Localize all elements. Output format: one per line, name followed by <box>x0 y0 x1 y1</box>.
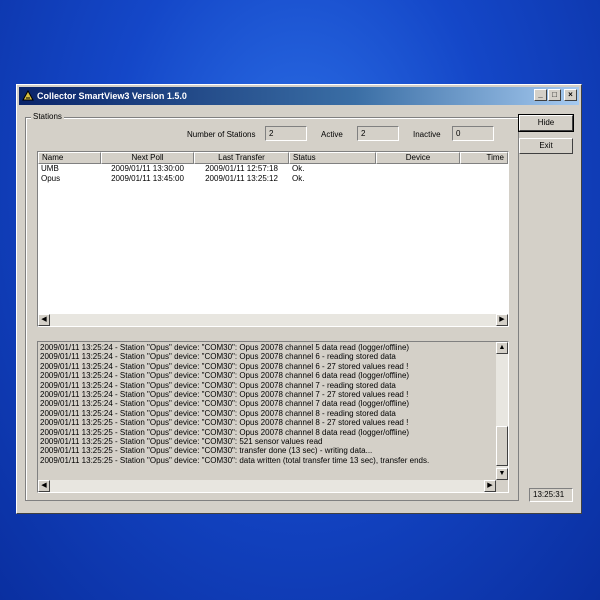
column-header-last-transfer[interactable]: Last Transfer <box>194 152 289 164</box>
window-title: Collector SmartView3 Version 1.5.0 <box>37 91 187 101</box>
log-line: 2009/01/11 13:25:24 - Station "Opus" dev… <box>40 389 409 399</box>
log-line: 2009/01/11 13:25:25 - Station "Opus" dev… <box>40 455 430 465</box>
table-header: Name Next Poll Last Transfer Status Devi… <box>38 152 508 164</box>
active-count-field: 2 <box>357 126 399 141</box>
minimize-icon[interactable]: _ <box>534 89 547 101</box>
log-line: 2009/01/11 13:25:24 - Station "Opus" dev… <box>40 371 410 381</box>
clock-display: 13:25:31 <box>529 488 573 502</box>
log-line: 2009/01/11 13:25:24 - Station "Opus" dev… <box>40 343 410 352</box>
table-row[interactable]: Opus 2009/01/11 13:45:00 2009/01/11 13:2… <box>38 174 508 184</box>
arrow-up-icon[interactable]: ▲ <box>496 342 508 354</box>
cell-name: UMB <box>41 164 59 173</box>
log-line: 2009/01/11 13:25:24 - Station "Opus" dev… <box>40 352 396 362</box>
stations-table[interactable]: Name Next Poll Last Transfer Status Devi… <box>37 151 509 327</box>
table-row[interactable]: UMB 2009/01/11 13:30:00 2009/01/11 12:57… <box>38 164 508 174</box>
column-header-device[interactable]: Device <box>376 152 460 164</box>
window-controls: _ □ × <box>534 89 577 101</box>
app-window: Collector SmartView3 Version 1.5.0 _ □ ×… <box>16 84 582 514</box>
arrow-left-icon[interactable]: ◀ <box>38 314 50 326</box>
log-line: 2009/01/11 13:25:24 - Station "Opus" dev… <box>40 361 409 371</box>
cell-status: Ok. <box>292 174 305 183</box>
column-header-name[interactable]: Name <box>38 152 101 164</box>
column-header-time[interactable]: Time <box>460 152 508 164</box>
log-line: 2009/01/11 13:25:25 - Station "Opus" dev… <box>40 436 323 446</box>
log-scroll-thumb[interactable] <box>496 426 508 466</box>
arrow-down-icon[interactable]: ▼ <box>496 468 508 480</box>
inactive-count-field: 0 <box>452 126 494 141</box>
inactive-label: Inactive <box>413 130 441 139</box>
log-line: 2009/01/11 13:25:24 - Station "Opus" dev… <box>40 399 410 409</box>
log-line: 2009/01/11 13:25:24 - Station "Opus" dev… <box>40 380 396 390</box>
log-line: 2009/01/11 13:25:25 - Station "Opus" dev… <box>40 427 410 437</box>
cell-name: Opus <box>41 174 61 183</box>
column-header-status[interactable]: Status <box>289 152 376 164</box>
log-vertical-scrollbar[interactable]: ▲ ▼ <box>496 342 508 480</box>
log-line: 2009/01/11 13:25:25 - Station "Opus" dev… <box>40 418 409 428</box>
cell-status: Ok. <box>292 164 305 173</box>
hide-button[interactable]: Hide <box>518 114 574 132</box>
station-count-label: Number of Stations <box>187 130 256 139</box>
cell-last-transfer: 2009/01/11 12:57:18 <box>205 164 278 173</box>
cell-last-transfer: 2009/01/11 13:25:12 <box>205 174 278 183</box>
exit-button[interactable]: Exit <box>519 138 573 154</box>
log-line: 2009/01/11 13:25:24 - Station "Opus" dev… <box>40 408 396 418</box>
arrow-right-icon[interactable]: ▶ <box>496 314 508 326</box>
close-icon[interactable]: × <box>564 89 577 101</box>
stations-group-label: Stations <box>31 112 64 121</box>
arrow-right-icon[interactable]: ▶ <box>484 480 496 492</box>
log-horizontal-scrollbar[interactable]: ◀ ▶ <box>38 480 496 492</box>
title-bar[interactable]: Collector SmartView3 Version 1.5.0 _ □ × <box>19 87 579 105</box>
cell-next-poll: 2009/01/11 13:30:00 <box>111 164 184 173</box>
log-line: 2009/01/11 13:25:25 - Station "Opus" dev… <box>40 446 373 456</box>
cell-next-poll: 2009/01/11 13:45:00 <box>111 174 184 183</box>
column-header-next-poll[interactable]: Next Poll <box>101 152 194 164</box>
station-count-field: 2 <box>265 126 307 141</box>
arrow-left-icon[interactable]: ◀ <box>38 480 50 492</box>
log-lines: 2009/01/11 13:25:24 - Station "Opus" dev… <box>38 342 508 465</box>
log-panel[interactable]: 2009/01/11 13:25:24 - Station "Opus" dev… <box>37 341 509 493</box>
table-horizontal-scrollbar[interactable]: ◀ ▶ <box>38 314 508 326</box>
app-icon <box>22 90 34 101</box>
active-label: Active <box>321 130 343 139</box>
maximize-icon[interactable]: □ <box>548 89 561 101</box>
